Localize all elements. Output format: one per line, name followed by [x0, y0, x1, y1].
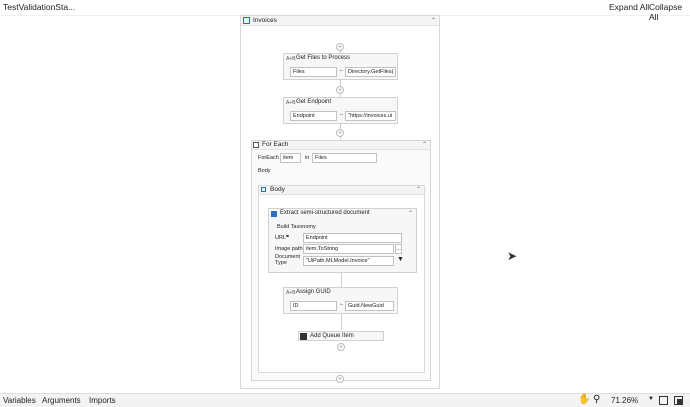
add-activity-plus-icon[interactable]: +: [337, 343, 345, 351]
equals-arrow-icon: ←: [339, 301, 345, 307]
for-each-header[interactable]: For Each ⌃: [252, 141, 430, 150]
add-activity-plus-icon[interactable]: +: [336, 86, 344, 94]
activity-add-queue-item[interactable]: Add Queue Item: [298, 331, 384, 341]
for-each-icon: [253, 142, 259, 148]
assign-to-field[interactable]: Endpoint: [290, 111, 337, 121]
overview-icon[interactable]: [674, 396, 683, 405]
body-title: Body: [270, 186, 285, 193]
foreach-item-field[interactable]: item: [280, 153, 301, 163]
activity-title: Extract semi-structured document: [280, 210, 370, 216]
assign-icon: A+B: [286, 100, 296, 106]
zoom-search-icon[interactable]: ⚲: [593, 394, 600, 405]
sequence-invoices[interactable]: Invoices ⌃ + A+B Get Files to Process Fi…: [240, 15, 440, 389]
sequence-icon: [243, 17, 250, 24]
activity-extract-document[interactable]: Extract semi-structured document ⌃ Build…: [268, 208, 417, 273]
activity-title: Assign GUID: [296, 289, 331, 295]
equals-arrow-icon: ←: [339, 67, 345, 73]
zoom-dropdown-icon[interactable]: ▼: [648, 396, 654, 402]
status-bar: Variables Arguments Imports ✋ ⚲ 71.26% ▼: [0, 393, 690, 407]
foreach-collection-field[interactable]: Files: [312, 153, 377, 163]
assign-icon: A+B: [286, 56, 296, 62]
collapse-chevron-icon[interactable]: ⌃: [416, 186, 421, 193]
activity-title: Add Queue Item: [310, 333, 354, 339]
hand-pan-icon[interactable]: ✋: [578, 394, 590, 405]
collapse-chevron-icon[interactable]: ⌃: [422, 141, 427, 148]
dropdown-arrow-icon[interactable]: ▼: [397, 256, 404, 263]
sequence-icon: [261, 187, 266, 192]
build-taxonomy-link[interactable]: Build Taxonomy: [277, 224, 316, 230]
foreach-label: ForEach: [258, 155, 279, 161]
arguments-tab[interactable]: Arguments: [42, 396, 81, 405]
workflow-breadcrumb[interactable]: TestValidationSta...: [3, 2, 75, 12]
assign-value-field[interactable]: Guid.NewGuid: [345, 301, 394, 311]
imports-tab[interactable]: Imports: [89, 396, 116, 405]
collapse-all-button[interactable]: Collapse All: [649, 2, 690, 22]
in-label: in: [305, 155, 310, 161]
designer-toolbar: TestValidationSta... Expand All Collapse…: [0, 0, 690, 22]
activity-get-endpoint[interactable]: A+B Get Endpoint Endpoint ← "https://inv…: [283, 97, 398, 124]
equals-arrow-icon: ←: [339, 111, 345, 117]
add-activity-plus-icon[interactable]: +: [336, 375, 344, 383]
activity-title: Get Files to Process: [296, 55, 351, 61]
browse-button[interactable]: ...: [395, 244, 402, 254]
sequence-title: Invoices: [253, 17, 277, 24]
assign-to-field[interactable]: ID: [290, 301, 337, 311]
assign-icon: A+B: [286, 290, 296, 296]
add-activity-plus-icon[interactable]: +: [336, 43, 344, 51]
queue-icon: [300, 333, 307, 340]
image-path-field[interactable]: item.ToString: [303, 244, 394, 254]
document-type-dropdown[interactable]: "UiPath.MLModel.Invoice": [303, 256, 394, 266]
assign-value-field[interactable]: Directory.GetFiles(: [345, 67, 396, 77]
variables-tab[interactable]: Variables: [3, 396, 36, 405]
activity-title: Get Endpoint: [296, 99, 332, 105]
connector-line: [341, 273, 342, 287]
connector-line: [341, 314, 342, 330]
body-label: Body: [258, 168, 271, 174]
mouse-cursor-icon: ➤: [507, 249, 518, 263]
assign-value-field[interactable]: "https://invoices.ui: [345, 111, 396, 121]
add-activity-plus-icon[interactable]: +: [336, 129, 344, 137]
for-each-title: For Each: [262, 141, 289, 148]
zoom-level[interactable]: 71.26%: [611, 396, 638, 405]
assign-to-field[interactable]: Files: [290, 67, 337, 77]
activity-for-each[interactable]: For Each ⌃ ForEach item in Files Body Bo…: [251, 140, 431, 381]
sequence-header[interactable]: Invoices ⌃: [241, 16, 439, 26]
document-type-label-line2: Type: [275, 260, 287, 266]
ml-extractor-icon: [271, 211, 277, 217]
activity-get-files[interactable]: A+B Get Files to Process Files ← Directo…: [283, 53, 398, 80]
url-field[interactable]: Endpoint: [303, 233, 402, 243]
collapse-chevron-icon[interactable]: ⌃: [408, 210, 413, 217]
expand-all-button[interactable]: Expand All: [609, 2, 649, 12]
collapse-chevron-icon[interactable]: ⌃: [431, 17, 436, 24]
image-path-label: Image path: [275, 246, 303, 252]
sequence-body[interactable]: Body ⌃ Extract semi-structured document …: [258, 185, 425, 373]
activity-assign-guid[interactable]: A+B Assign GUID ID ← Guid.NewGuid: [283, 287, 398, 314]
fit-to-screen-icon[interactable]: [659, 396, 668, 405]
link-icon: ⚭: [285, 234, 291, 240]
body-header[interactable]: Body ⌃: [259, 186, 424, 195]
